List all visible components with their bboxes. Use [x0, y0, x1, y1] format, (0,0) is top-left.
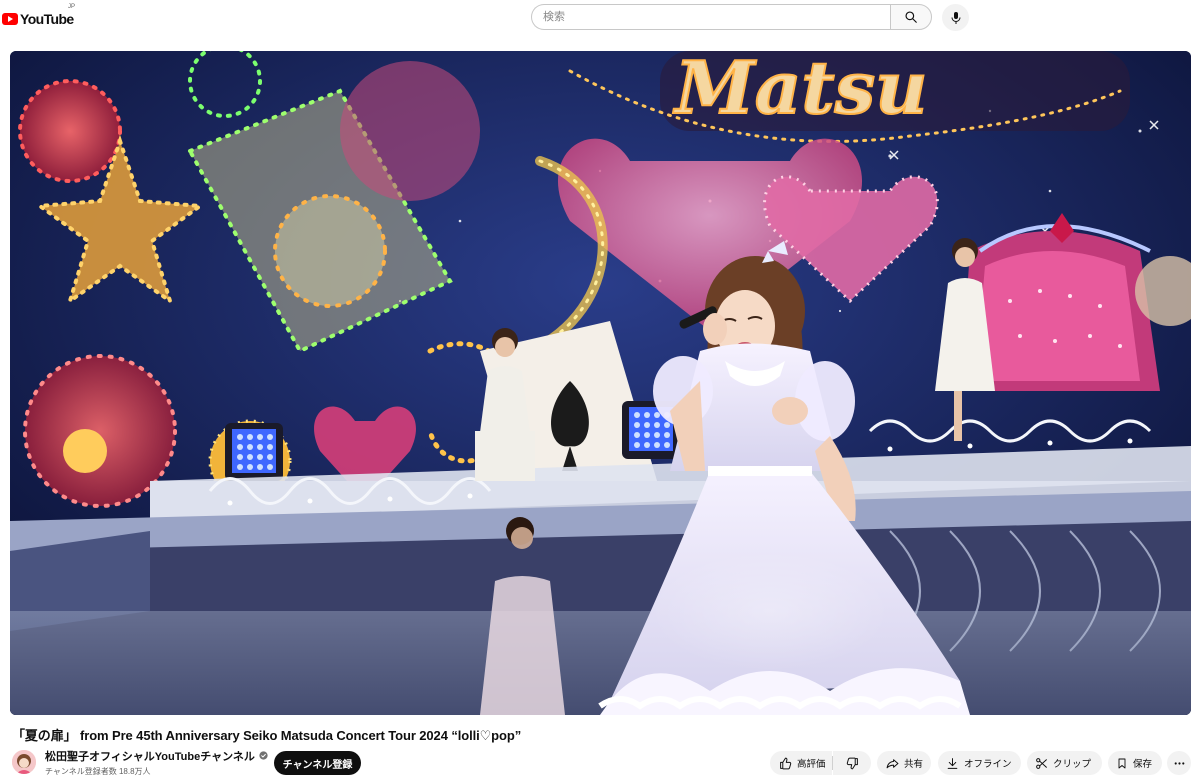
- download-button[interactable]: オフライン: [938, 751, 1021, 775]
- download-label: オフライン: [964, 759, 1012, 770]
- channel-name-row: 松田聖子オフィシャルYouTubeチャンネル: [45, 748, 268, 764]
- search-bar: [531, 4, 932, 30]
- download-icon: [946, 757, 959, 770]
- more-actions-button[interactable]: [1167, 751, 1191, 775]
- share-icon: [886, 757, 899, 770]
- channel-name[interactable]: 松田聖子オフィシャルYouTubeチャンネル: [45, 748, 255, 764]
- clip-button[interactable]: クリップ: [1027, 751, 1102, 775]
- avatar-image: [12, 750, 36, 774]
- youtube-play-icon: [2, 13, 18, 25]
- subscriber-count: チャンネル登録者数 18.8万人: [45, 766, 151, 776]
- search-icon: [905, 11, 917, 23]
- dislike-button[interactable]: [833, 751, 871, 775]
- channel-text: 松田聖子オフィシャルYouTubeチャンネル チャンネル登録者数 18.8万人: [45, 748, 268, 777]
- youtube-logo[interactable]: YouTube JP: [2, 4, 75, 29]
- video-player[interactable]: Matsu: [10, 51, 1191, 715]
- bookmark-icon: [1116, 757, 1128, 770]
- save-button[interactable]: 保存: [1108, 751, 1162, 775]
- clip-label: クリップ: [1053, 759, 1092, 770]
- logo-text: YouTube: [20, 11, 74, 27]
- subscribe-button[interactable]: チャンネル登録: [274, 751, 361, 775]
- voice-search-button[interactable]: [942, 4, 969, 31]
- logo-region: JP: [68, 4, 76, 10]
- thumbs-down-icon: [846, 757, 859, 770]
- save-label: 保存: [1133, 759, 1153, 770]
- microphone-icon: [951, 11, 960, 24]
- share-button[interactable]: 共有: [877, 751, 931, 775]
- channel-owner: 松田聖子オフィシャルYouTubeチャンネル チャンネル登録者数 18.8万人: [12, 747, 268, 777]
- masthead: YouTube JP: [0, 0, 1200, 40]
- more-horizontal-icon: [1173, 757, 1186, 770]
- like-label: 高評価: [797, 759, 826, 770]
- thumbs-up-icon: [779, 757, 792, 770]
- channel-avatar[interactable]: [12, 750, 36, 774]
- video-frame: Matsu: [10, 51, 1191, 715]
- scissors-icon: [1035, 757, 1048, 770]
- search-button[interactable]: [890, 4, 932, 30]
- video-title: 「夏の扉」 from Pre 45th Anniversary Seiko Ma…: [12, 728, 522, 743]
- like-button[interactable]: 高評価: [770, 751, 832, 775]
- svg-text:Matsu: Matsu: [672, 51, 928, 130]
- share-label: 共有: [904, 759, 924, 770]
- verified-check-icon: [259, 751, 268, 760]
- search-input[interactable]: [531, 4, 890, 30]
